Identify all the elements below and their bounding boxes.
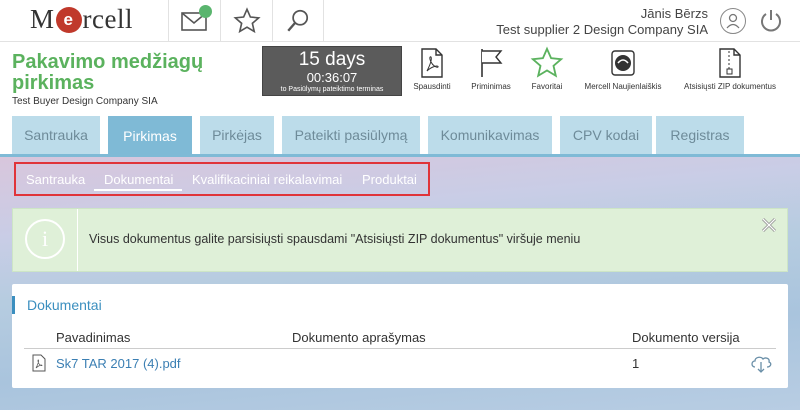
download-zip-button[interactable]: Atsisiųsti ZIP dokumentus [678,46,782,91]
newsletter-icon [611,50,635,76]
document-name-link[interactable]: Sk7 TAR 2017 (4).pdf [56,356,181,371]
pdf-file-icon [32,354,46,372]
countdown-days: 15 days [298,49,366,70]
tab-pateikti-pasiulyma[interactable]: Pateikti pasiūlymą [282,116,420,154]
download-zip-label: Atsisiųsti ZIP dokumentus [684,82,776,91]
print-label: Spausdinti [413,82,451,91]
tab-pirkimas[interactable]: Pirkimas [108,116,192,156]
info-message-box: i Visus dokumentus galite parsisiųsti sp… [12,208,788,272]
user-avatar-icon [726,13,740,29]
countdown-label: to Pasiūlymų pateiktimo terminas [280,86,384,93]
cloud-download-icon[interactable] [750,354,772,374]
documents-panel: Dokumentai Pavadinimas Dokumento aprašym… [12,284,788,388]
logout-power-icon[interactable] [758,8,784,34]
main-tabs: Santrauka Pirkimas Pirkėjas Pateikti pas… [0,116,800,156]
document-version: 1 [632,356,640,371]
tab-komunikavimas[interactable]: Komunikavimas [428,116,552,154]
logo-text-start: M [30,4,55,34]
newsletter-label: Mercell Naujienlaiškis [584,82,662,91]
table-header-divider [24,348,776,349]
notification-dot [199,5,212,18]
logo-text-end: rcell [82,4,133,34]
user-company: Test supplier 2 Design Company SIA [496,22,708,37]
favorites-label: Favoritai [531,82,563,91]
column-header-version: Dokumento versija [632,330,740,345]
subnav-kvalifikaciniai-reikalavimai[interactable]: Kvalifikaciniai reikalavimai [192,172,342,187]
subnav-santrauka[interactable]: Santrauka [26,172,85,187]
column-header-name: Pavadinimas [56,330,131,345]
tab-registras[interactable]: Registras [656,116,744,154]
print-button[interactable]: Spausdinti [410,46,454,91]
deadline-countdown: 15 days 00:36:07 to Pasiūlymų pateiktimo… [262,46,402,96]
search-button[interactable] [272,0,324,42]
messages-button[interactable] [168,0,220,42]
reminder-button[interactable]: Priminimas [466,46,516,91]
info-message: Visus dokumentus galite parsisiųsti spau… [89,232,581,246]
reminder-label: Priminimas [471,82,511,91]
pdf-icon [421,48,443,78]
info-divider [77,209,78,271]
star-icon [530,46,564,78]
buyer-name: Test Buyer Design Company SIA [12,96,158,107]
search-icon [287,9,309,32]
logo-badge: e [55,6,82,33]
info-icon: i [25,219,65,259]
star-outline-icon [232,7,261,34]
zip-icon [719,48,741,78]
favorites-button[interactable]: Favoritai [526,46,568,91]
newsletter-button[interactable]: Mercell Naujienlaiškis [578,46,668,91]
tender-title: Pakavimo medžiagų pirkimas [12,51,204,94]
tab-cpv-kodai[interactable]: CPV kodai [560,116,652,154]
mercell-logo[interactable]: Me rcell [30,4,133,35]
column-header-description: Dokumento aprašymas [292,330,426,345]
documents-title: Dokumentai [12,296,102,314]
user-avatar-button[interactable] [720,8,746,34]
countdown-time: 00:36:07 [306,70,358,85]
favorites-top-button[interactable] [220,0,272,42]
subnav-dokumentai[interactable]: Dokumentai [94,172,182,191]
subnav-produktai[interactable]: Produktai [362,172,417,187]
sub-navigation: Santrauka Dokumentai Kvalifikaciniai rei… [14,162,430,196]
tab-santrauka[interactable]: Santrauka [12,116,100,154]
close-icon[interactable] [761,217,777,233]
tab-pirkejas[interactable]: Pirkėjas [200,116,274,154]
top-bar: Me rcell Jānis Bērzs Test supplier 2 Desi… [0,0,800,42]
flag-icon [481,49,503,77]
user-name: Jānis Bērzs [640,6,708,21]
